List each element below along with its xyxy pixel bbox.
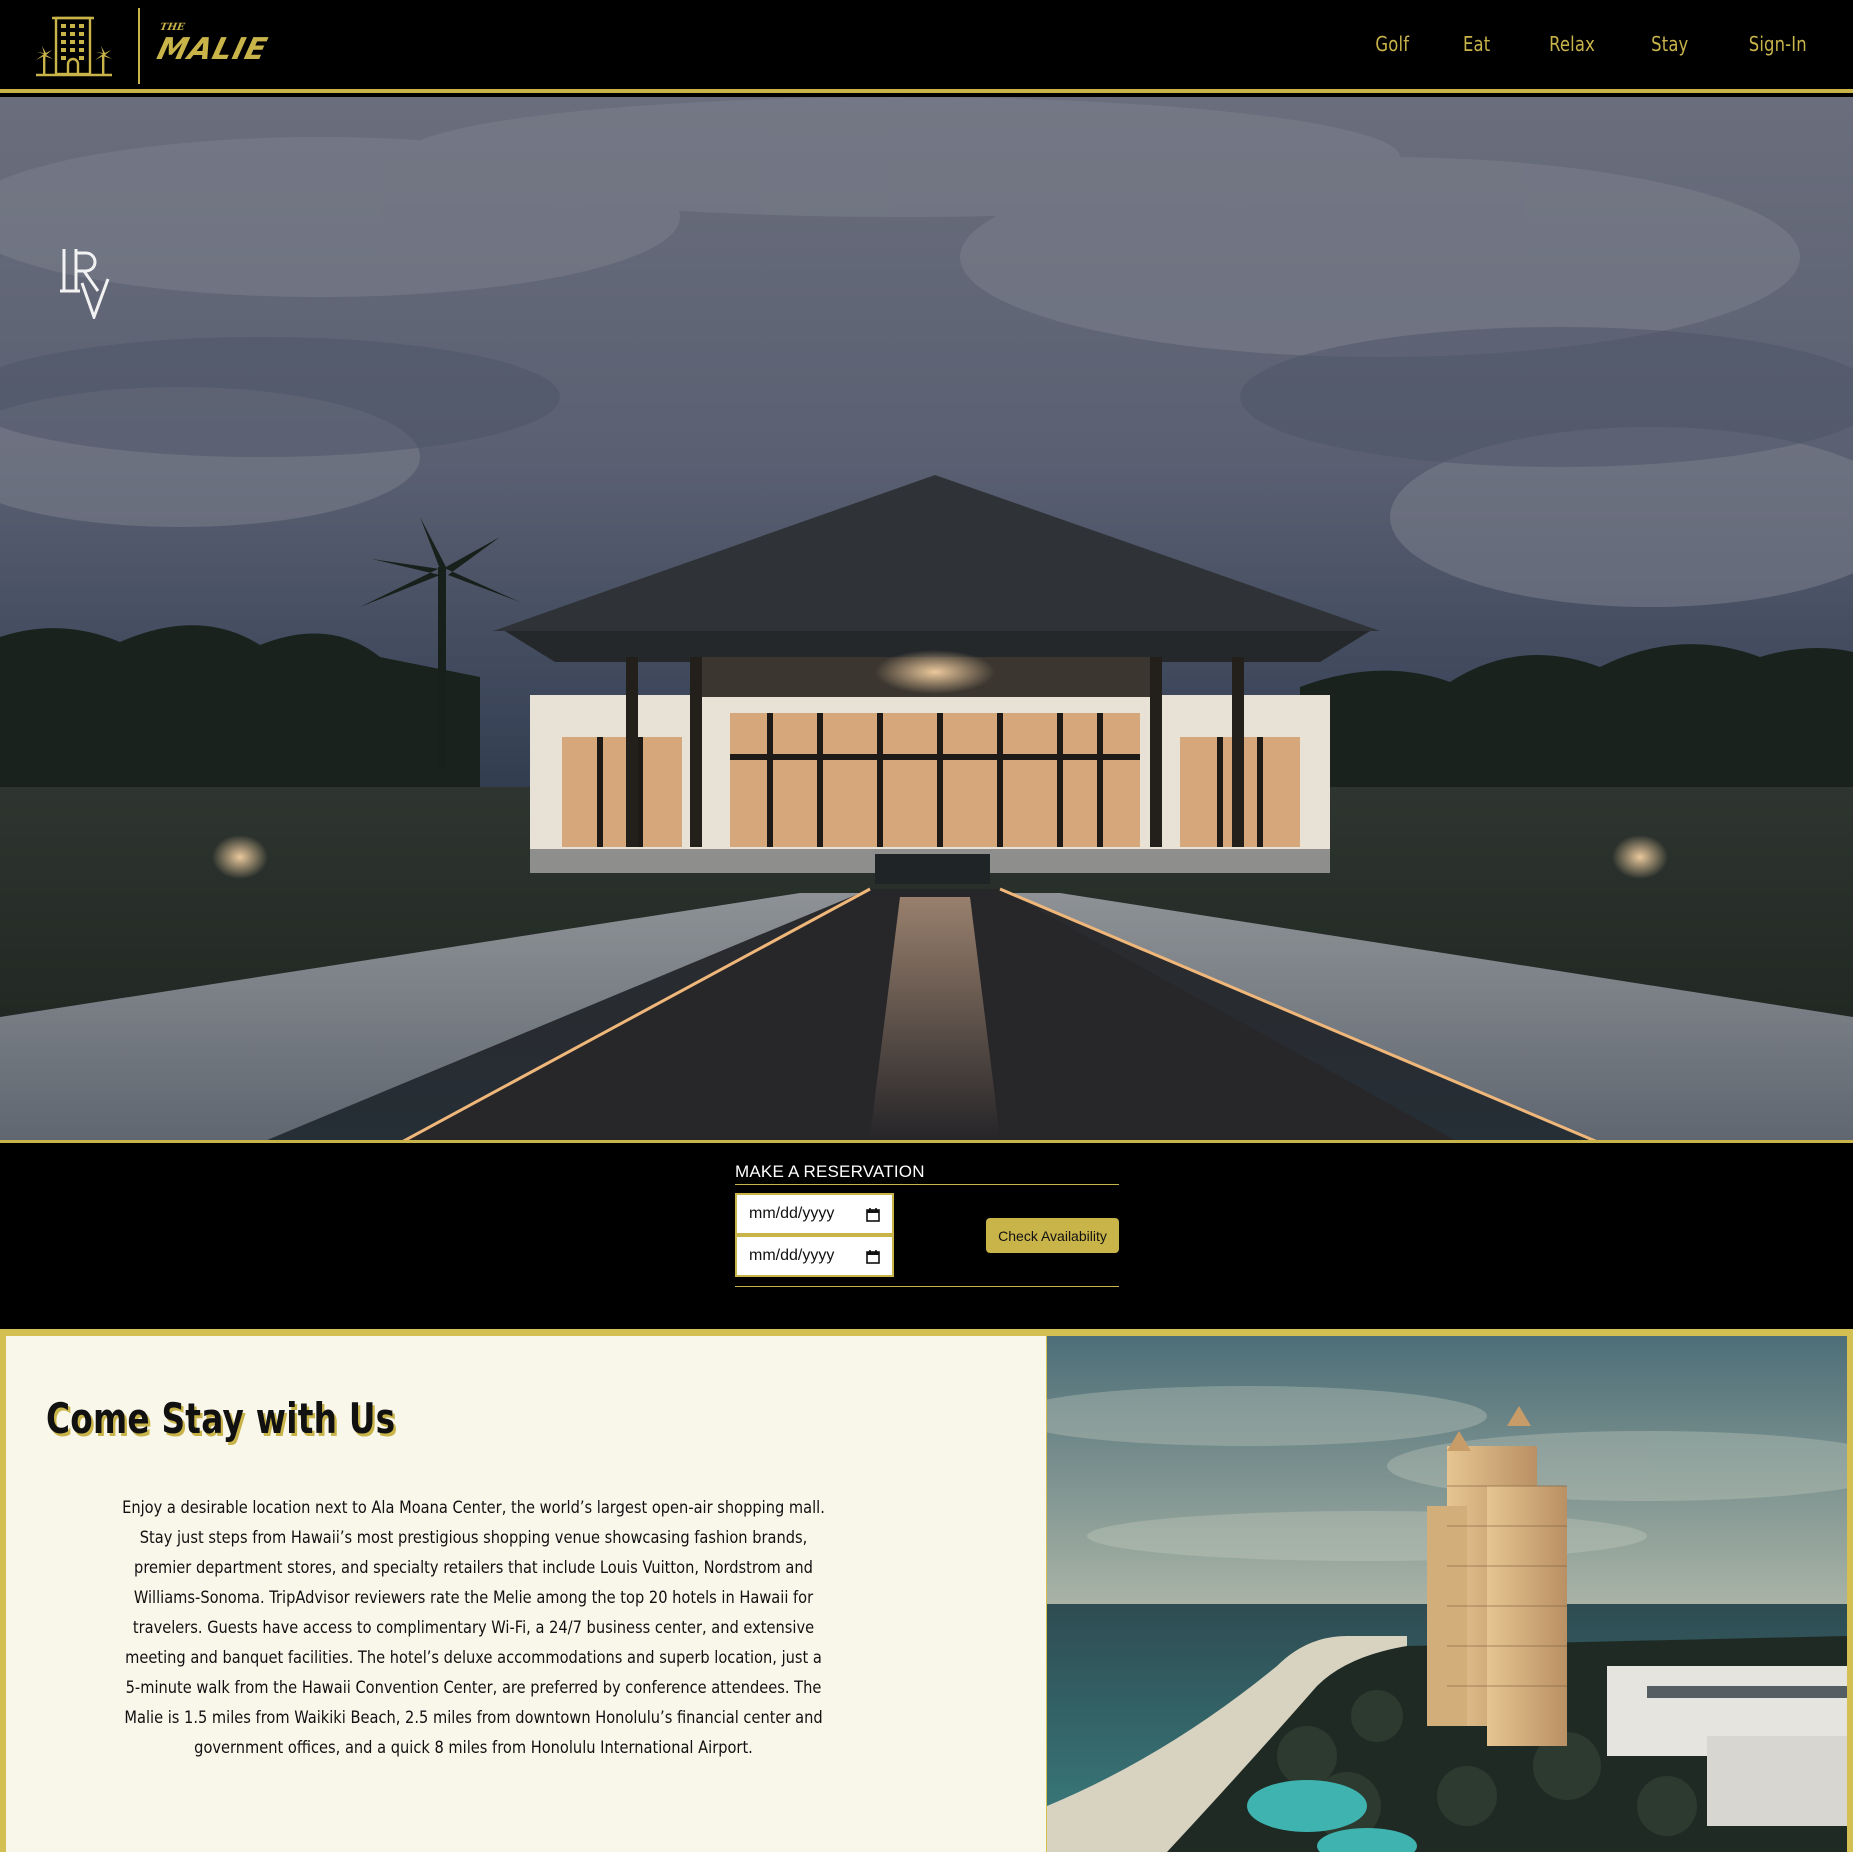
stay-section: Come Stay with Us Enjoy a desirable loca… bbox=[0, 1329, 1853, 1852]
logo-divider bbox=[138, 8, 140, 84]
stay-description: Enjoy a desirable location next to Ala M… bbox=[116, 1493, 831, 1763]
hero-image bbox=[0, 97, 1853, 1140]
reservation-divider-bottom bbox=[735, 1286, 1119, 1287]
calendar-icon[interactable] bbox=[866, 1208, 880, 1222]
calendar-icon[interactable] bbox=[866, 1250, 880, 1264]
nav-golf[interactable]: Golf bbox=[1376, 32, 1410, 56]
hotel-building-icon[interactable] bbox=[34, 14, 114, 78]
site-header: THE MALIE Golf Eat Relax Stay Sign-In bbox=[0, 0, 1853, 93]
nav-relax[interactable]: Relax bbox=[1549, 32, 1595, 56]
stay-text-panel: Come Stay with Us Enjoy a desirable loca… bbox=[6, 1336, 1046, 1852]
check-out-date-value: mm/dd/yyyy bbox=[749, 1247, 835, 1264]
lrv-monogram-logo bbox=[60, 249, 110, 319]
stay-title: Come Stay with Us bbox=[46, 1394, 396, 1443]
reservation-divider-top bbox=[735, 1184, 1119, 1185]
nav-stay[interactable]: Stay bbox=[1651, 32, 1688, 56]
hero-video bbox=[0, 97, 1853, 1143]
check-in-date-input[interactable]: mm/dd/yyyy bbox=[735, 1193, 894, 1235]
check-out-date-input[interactable]: mm/dd/yyyy bbox=[735, 1235, 894, 1277]
nav-sign-in[interactable]: Sign-In bbox=[1749, 32, 1807, 56]
brand-logo[interactable]: THE MALIE bbox=[154, 22, 278, 70]
resort-photo bbox=[1047, 1336, 1847, 1852]
check-availability-button[interactable]: Check Availability bbox=[986, 1218, 1119, 1253]
nav-eat[interactable]: Eat bbox=[1463, 32, 1490, 56]
resort-aerial-image bbox=[1047, 1336, 1847, 1852]
brand-name: MALIE bbox=[153, 32, 272, 67]
reservation-title: MAKE A RESERVATION bbox=[735, 1162, 925, 1181]
main-nav: Golf Eat Relax Stay Sign-In bbox=[1320, 32, 1807, 56]
check-in-date-value: mm/dd/yyyy bbox=[749, 1205, 835, 1222]
reservation-bar: MAKE A RESERVATION mm/dd/yyyy mm/dd/yyyy… bbox=[0, 1146, 1853, 1329]
stay-description-text: Enjoy a desirable location next to Ala M… bbox=[122, 1498, 825, 1758]
